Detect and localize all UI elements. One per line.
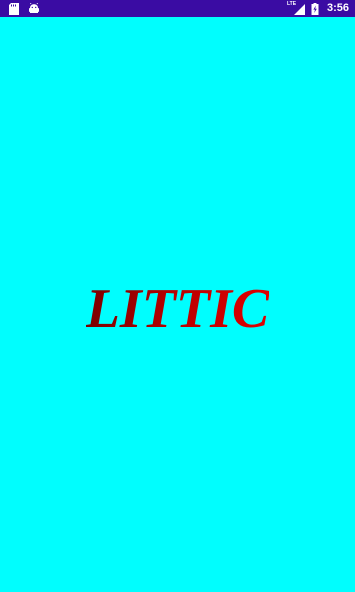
status-left-icons	[8, 2, 40, 15]
brand-logo-text: LITTIC	[85, 278, 270, 340]
android-icon	[28, 2, 40, 15]
battery-charging-icon	[309, 2, 321, 15]
signal-icon	[293, 3, 305, 15]
status-time: 3:56	[326, 2, 349, 14]
app-screen: LTE 3:56 LITTIC	[0, 0, 355, 592]
sd-card-icon	[8, 2, 20, 15]
splash-brand: LITTIC	[0, 279, 355, 339]
mobile-network-indicator: LTE	[287, 1, 305, 15]
status-right-icons: LTE 3:56	[287, 1, 349, 15]
status-bar: LTE 3:56	[0, 0, 355, 17]
